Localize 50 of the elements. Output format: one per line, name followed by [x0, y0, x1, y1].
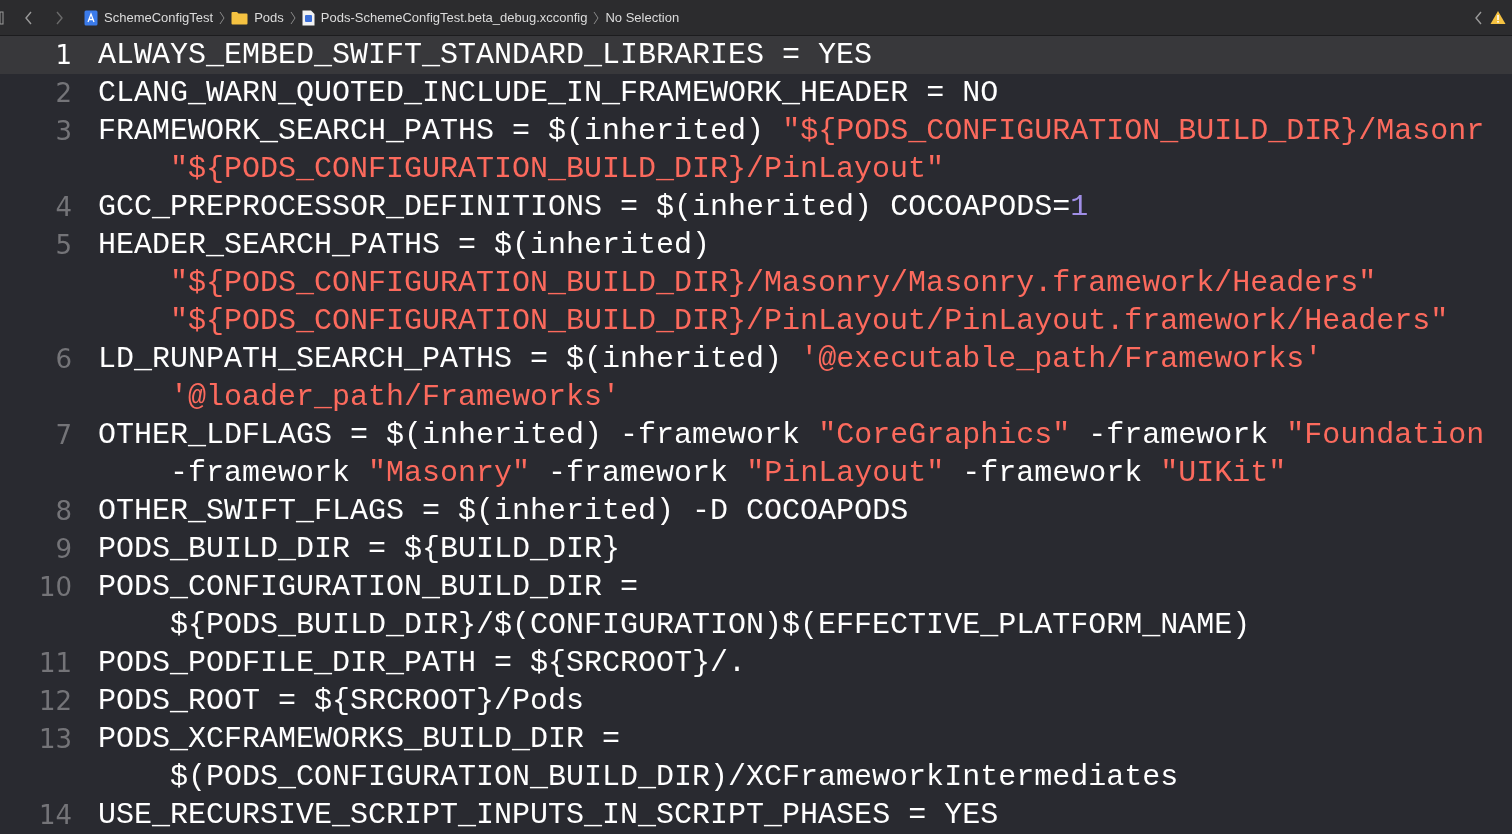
line-number: 14 — [37, 799, 72, 832]
line-number: 13 — [37, 723, 72, 756]
sidebar-edge-icon[interactable] — [0, 10, 4, 25]
line-number: 10 — [37, 571, 72, 604]
code-line: "${PODS_CONFIGURATION_BUILD_DIR}/PinLayout" — [169, 151, 946, 188]
line-number: 5 — [54, 229, 72, 262]
code-line: "${PODS_CONFIGURATION_BUILD_DIR}/PinLayout/PinLayout.framework/Headers" — [169, 303, 1449, 340]
chevron-separator-icon — [219, 10, 226, 25]
code-line: GCC_PREPROCESSOR_DEFINITIONS = $(inherited) COCOAPODS=1 — [98, 189, 1089, 226]
line-number: 4 — [54, 191, 72, 224]
breadcrumb-item[interactable]: SchemeConfigTest — [104, 10, 214, 25]
code-line: PODS_BUILD_DIR = ${BUILD_DIR} — [98, 531, 621, 568]
forward-icon[interactable] — [54, 10, 64, 25]
code-line: CLANG_WARN_QUOTED_INCLUDE_IN_FRAMEWORK_HEADER = NO — [98, 75, 999, 112]
back-icon[interactable] — [24, 10, 34, 25]
code-line: '@loader_path/Frameworks' — [169, 379, 622, 416]
code-line: LD_RUNPATH_SEARCH_PATHS = $(inherited) '@executable_path/Frameworks' — [98, 341, 1323, 378]
previous-issue-icon[interactable] — [1474, 10, 1484, 25]
line-number: 1 — [54, 39, 72, 72]
code-line: PODS_CONFIGURATION_BUILD_DIR = — [98, 569, 640, 606]
code-line: USE_RECURSIVE_SCRIPT_INPUTS_IN_SCRIPT_PHASES = YES — [98, 797, 999, 834]
line-number: 9 — [54, 533, 72, 566]
code-line: OTHER_LDFLAGS = $(inherited) -framework "CoreGraphics" -framework "Foundation — [98, 417, 1485, 454]
code-line: ${PODS_BUILD_DIR}/$(CONFIGURATION)$(EFFECTIVE_PLATFORM_NAME) — [169, 607, 1251, 644]
chevron-separator-icon — [593, 10, 600, 25]
code-line: "${PODS_CONFIGURATION_BUILD_DIR}/Masonry/Masonry.framework/Headers" — [169, 265, 1378, 302]
line-number: 3 — [54, 115, 72, 148]
project-file-icon — [84, 9, 98, 26]
folder-icon — [231, 10, 249, 25]
code-line: FRAMEWORK_SEARCH_PATHS = $(inherited) "${PODS_CONFIGURATION_BUILD_DIR}/Masonr — [98, 113, 1485, 150]
warning-icon[interactable] — [1490, 10, 1506, 25]
line-number: 7 — [54, 419, 72, 452]
breadcrumb-item[interactable]: Pods-SchemeConfigTest.beta_debug.xcconfig — [320, 10, 588, 25]
code-line: HEADER_SEARCH_PATHS = $(inherited) — [98, 227, 712, 264]
code-line: PODS_PODFILE_DIR_PATH = ${SRCROOT}/. — [98, 645, 747, 682]
line-number: 2 — [54, 77, 72, 110]
chevron-separator-icon — [289, 10, 296, 25]
document-icon — [301, 9, 315, 26]
breadcrumb-item[interactable]: No Selection — [605, 10, 680, 25]
code-line: OTHER_SWIFT_FLAGS = $(inherited) -D COCOAPODS — [98, 493, 909, 530]
line-number: 6 — [54, 343, 72, 376]
code-line: -framework "Masonry" -framework "PinLayout" -framework "UIKit" — [169, 455, 1288, 492]
breadcrumb-item[interactable]: Pods — [254, 10, 284, 25]
code-line: PODS_XCFRAMEWORKS_BUILD_DIR = — [98, 721, 622, 758]
line-number: 11 — [37, 647, 72, 680]
code-line: ALWAYS_EMBED_SWIFT_STANDARD_LIBRARIES = YES — [98, 37, 873, 74]
line-number: 8 — [54, 495, 72, 528]
code-line: $(PODS_CONFIGURATION_BUILD_DIR)/XCFrameworkIntermediates — [169, 759, 1179, 796]
code-line: PODS_ROOT = ${SRCROOT}/Pods — [98, 683, 585, 720]
line-number: 12 — [37, 685, 72, 718]
